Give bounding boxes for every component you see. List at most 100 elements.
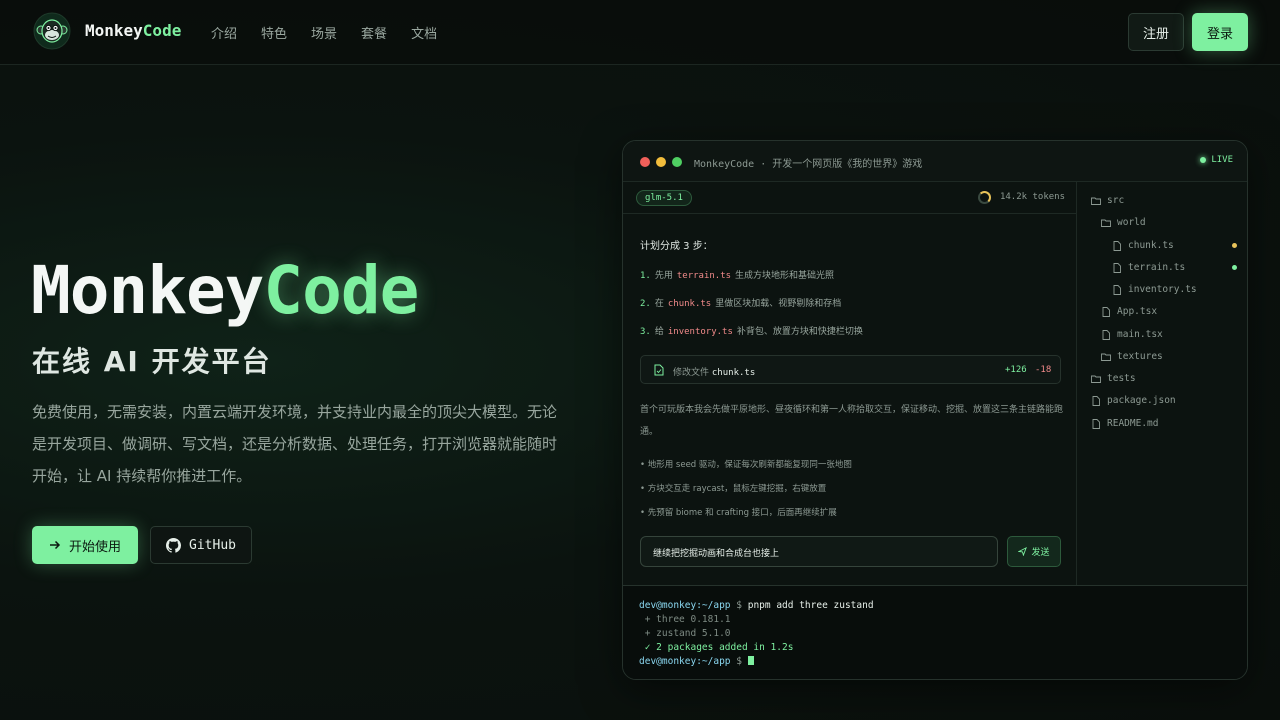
step-number: 3.	[640, 327, 651, 337]
tree-file-package[interactable]: package.json	[1091, 395, 1176, 406]
send-button[interactable]: 发送	[1007, 536, 1061, 567]
tree-label: textures	[1117, 351, 1163, 362]
plan-step: 2. 在 chunk.ts 里做区块加载、视野剔除和存档	[640, 296, 841, 309]
tree-label: README.md	[1107, 418, 1159, 429]
monkey-logo-icon[interactable]	[33, 12, 71, 50]
top-header: MonkeyCode 介绍 特色 场景 套餐 文档 注册 登录	[0, 0, 1280, 65]
step-number: 1.	[640, 271, 651, 281]
register-button[interactable]: 注册	[1128, 13, 1184, 51]
terminal-success: ✓ 2 packages added in 1.2s	[639, 642, 794, 653]
bullet-item: • 方块交互走 raycast，鼠标左键挖掘，右键放置	[640, 484, 827, 494]
nav-item-pricing[interactable]: 套餐	[361, 23, 387, 42]
file-icon	[1092, 395, 1100, 406]
nav-item-features[interactable]: 特色	[261, 23, 287, 42]
tree-label: terrain.ts	[1128, 262, 1186, 273]
tree-file-main[interactable]: main.tsx	[1101, 329, 1163, 340]
tree-folder-textures[interactable]: textures	[1101, 351, 1163, 362]
close-dot-icon	[640, 157, 650, 167]
terminal-line: dev@monkey:~/app $ pnpm add three zustan…	[639, 600, 874, 611]
tree-label: src	[1107, 195, 1125, 206]
tree-file-app[interactable]: App.tsx	[1101, 306, 1157, 317]
nav-item-intro[interactable]: 介绍	[211, 23, 237, 42]
tree-folder-src[interactable]: src	[1091, 195, 1124, 206]
start-button[interactable]: 开始使用	[32, 526, 138, 564]
assistant-paragraph: 首个可玩版本我会先做平原地形、昼夜循环和第一人称拾取交互，保证移动、挖掘、放置这…	[640, 405, 1064, 437]
github-icon	[166, 537, 182, 553]
tree-file-inventory[interactable]: inventory.ts	[1112, 284, 1197, 295]
nav-item-scenarios[interactable]: 场景	[311, 23, 337, 42]
tree-label: App.tsx	[1117, 306, 1158, 317]
main-nav: 介绍 特色 场景 套餐 文档	[211, 23, 437, 42]
live-badge: LIVE	[1200, 155, 1233, 165]
tree-file-terrain[interactable]: terrain.ts	[1112, 262, 1185, 273]
terminal-panel[interactable]: dev@monkey:~/app $ pnpm add three zustan…	[623, 585, 1247, 679]
demo-window: MonkeyCode · 开发一个网页版《我的世界》游戏 LIVE glm-5.…	[622, 140, 1248, 680]
window-titlebar: MonkeyCode · 开发一个网页版《我的世界》游戏 LIVE	[623, 141, 1247, 182]
terminal-prompt: dev@monkey:~/app	[639, 656, 731, 667]
tree-label: chunk.ts	[1128, 240, 1174, 251]
terminal-line: dev@monkey:~/app $	[639, 656, 754, 667]
tree-file-readme[interactable]: README.md	[1091, 418, 1158, 429]
terminal-command: pnpm add three zustand	[747, 600, 874, 611]
minimize-dot-icon	[656, 157, 666, 167]
brand-main: Monkey	[85, 21, 143, 40]
chat-header: glm-5.1 14.2k tokens	[623, 182, 1077, 214]
folder-icon	[1101, 219, 1111, 227]
step-code: chunk.ts	[667, 299, 712, 309]
github-button[interactable]: GitHub	[150, 526, 252, 564]
step-pre: 先用	[654, 271, 673, 281]
tree-label: package.json	[1107, 395, 1176, 406]
file-icon	[1113, 284, 1121, 295]
tree-label: main.tsx	[1117, 329, 1163, 340]
step-pre: 给	[654, 327, 664, 337]
file-diff-icon	[654, 364, 664, 376]
chat-input[interactable]: 继续把挖掘动画和合成台也接上	[640, 536, 998, 567]
step-post: 里做区块加载、视野剔除和存档	[715, 299, 842, 309]
hero-title: MonkeyCode	[31, 252, 419, 329]
terminal-output: + zustand 5.1.0	[639, 628, 731, 639]
added-marker-icon	[1232, 265, 1237, 270]
terminal-dollar: $	[736, 656, 742, 667]
tree-label: world	[1117, 217, 1146, 228]
model-badge[interactable]: glm-5.1	[636, 190, 692, 206]
hero-subtitle: 在线 AI 开发平台	[32, 345, 272, 378]
send-label: 发送	[1031, 548, 1050, 558]
hero-title-accent: Code	[263, 252, 419, 329]
step-post: 补背包、放置方块和快捷栏切换	[736, 327, 863, 337]
file-tree: src world chunk.ts terrain.ts inventory.…	[1078, 182, 1247, 585]
tree-file-chunk[interactable]: chunk.ts	[1112, 240, 1174, 251]
github-button-label: GitHub	[189, 537, 236, 553]
hero-title-main: Monkey	[31, 252, 264, 329]
send-icon	[1018, 547, 1028, 556]
lines-removed: -18	[1035, 365, 1052, 375]
file-icon	[1113, 262, 1121, 273]
file-icon	[1092, 418, 1100, 429]
tree-folder-world[interactable]: world	[1101, 217, 1146, 228]
step-code: inventory.ts	[667, 327, 733, 337]
loading-spinner-icon	[978, 191, 991, 204]
plan-title: 计划分成 3 步：	[640, 241, 713, 252]
step-pre: 在	[654, 299, 664, 309]
token-count: 14.2k tokens	[999, 192, 1065, 202]
plan-step: 3. 给 inventory.ts 补背包、放置方块和快捷栏切换	[640, 324, 863, 337]
folder-icon	[1101, 353, 1111, 361]
modified-file-card[interactable]: 修改文件 chunk.ts +126 -18	[640, 355, 1061, 384]
terminal-cursor	[747, 656, 754, 665]
file-icon	[1102, 329, 1110, 340]
hero-description: 免费使用，无需安装，内置云端开发环境，并支持业内最全的顶尖大模型。无论是开发项目…	[32, 403, 558, 485]
chat-panel: glm-5.1 14.2k tokens 计划分成 3 步： 1. 先用 terra…	[623, 182, 1077, 585]
lines-added: +126	[1005, 365, 1027, 375]
plan-step: 1. 先用 terrain.ts 生成方块地形和基础光照	[640, 268, 834, 281]
live-label: LIVE	[1211, 155, 1233, 165]
tree-folder-tests[interactable]: tests	[1091, 373, 1136, 384]
brand-name[interactable]: MonkeyCode	[85, 21, 181, 40]
step-post: 生成方块地形和基础光照	[735, 271, 835, 281]
bullet-item: • 地形用 seed 驱动，保证每次刷新都能复现同一张地图	[640, 460, 852, 470]
terminal-prompt: dev@monkey:~/app	[639, 600, 731, 611]
bullet-item: • 先预留 biome 和 crafting 接口，后面再继续扩展	[640, 508, 837, 518]
login-button[interactable]: 登录	[1192, 13, 1248, 51]
modified-label-text: 修改文件	[673, 368, 710, 378]
folder-icon	[1091, 375, 1101, 383]
nav-item-docs[interactable]: 文档	[411, 23, 437, 42]
window-title: MonkeyCode · 开发一个网页版《我的世界》游戏	[694, 159, 923, 170]
